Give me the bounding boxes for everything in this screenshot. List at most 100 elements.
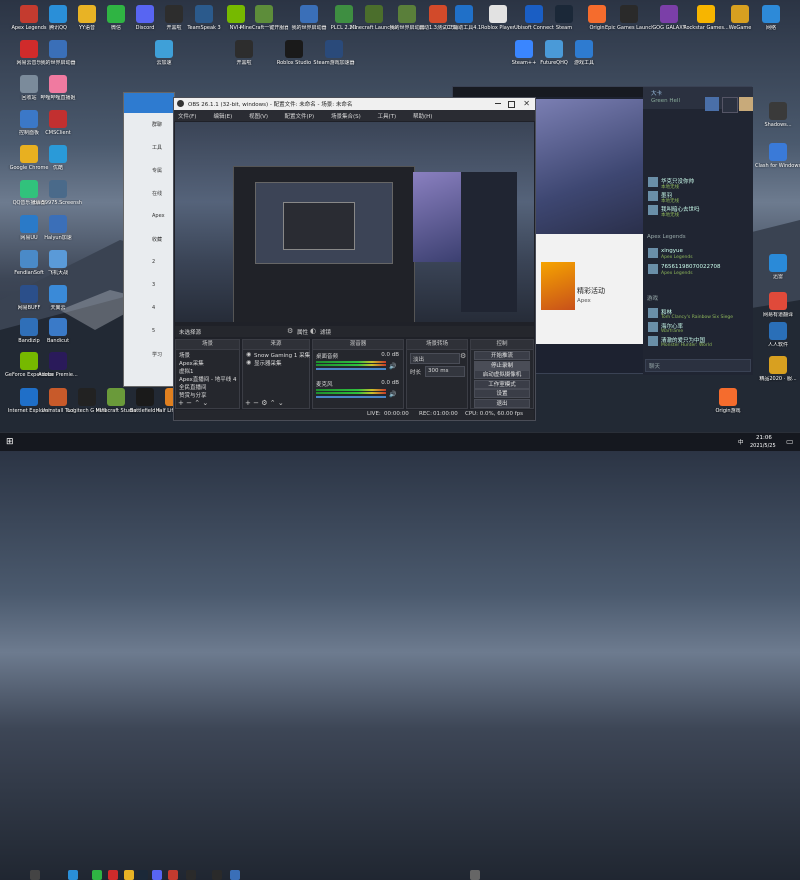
scene-item[interactable]: 全民直播间 xyxy=(179,383,207,391)
exit-button[interactable]: 退出 xyxy=(474,398,530,408)
scene-item[interactable]: Apex采集 xyxy=(179,359,204,367)
move-down-icon[interactable]: ⌄ xyxy=(202,399,208,407)
chat-group-item[interactable]: 群聊 xyxy=(152,121,162,128)
chat-group-item[interactable]: 3 xyxy=(152,282,155,288)
menu-item[interactable]: 视图(V) xyxy=(249,112,268,120)
source-item[interactable]: Snow Gaming 1 采集 xyxy=(254,351,310,359)
friend-name[interactable]: xingyue xyxy=(661,248,683,254)
minimize-icon[interactable] xyxy=(495,103,501,104)
menu-item[interactable]: 配置文件(P) xyxy=(285,112,315,120)
chat-group-item[interactable]: 在线 xyxy=(152,190,162,197)
taskbar-app-icon[interactable] xyxy=(230,870,240,880)
friend-group-header[interactable]: Apex Legends xyxy=(647,234,686,240)
desktop-icon-xunlei[interactable]: 迅雷 xyxy=(754,254,800,280)
filters-button[interactable]: 滤镜 xyxy=(320,328,331,336)
desktop-icon-zaixian[interactable]: 网易有道翻译 xyxy=(754,292,800,318)
chat-group-item[interactable]: 收藏 xyxy=(152,236,162,243)
volume-slider[interactable] xyxy=(316,368,386,370)
remove-scene-icon[interactable]: − xyxy=(186,399,192,407)
obs-window[interactable]: OBS 26.1.1 (32-bit, windows) - 配置文件: 未命名… xyxy=(173,97,536,421)
mixer-channel-mic[interactable]: 麦克风 0.0 dB 🔊 xyxy=(315,380,401,404)
transition-select[interactable]: 淡出 xyxy=(410,353,460,364)
move-up-icon[interactable]: ⌃ xyxy=(194,399,200,407)
desktop-icon-ruanjian[interactable]: 人人软件 xyxy=(754,322,800,348)
visibility-icon[interactable]: ◉ xyxy=(246,351,251,358)
desktop-icon-steamcn[interactable]: Steam游戏加速器 xyxy=(310,40,358,66)
desktop-icon-cms[interactable]: CMSClient xyxy=(34,110,82,136)
add-source-icon[interactable]: + xyxy=(245,399,251,407)
maximize-icon[interactable] xyxy=(508,101,515,108)
desktop-icon-adobe[interactable]: Adobe Premie... xyxy=(34,352,82,378)
desktop-icon-feiji[interactable]: 飞机大战 xyxy=(34,250,82,276)
desktop-icon-tianyi[interactable]: 天翼云 xyxy=(34,285,82,311)
desktop-icon-youku[interactable]: 优酷 xyxy=(34,145,82,171)
start-icon[interactable]: ⊞ xyxy=(6,437,14,447)
close-icon[interactable]: ✕ xyxy=(523,99,530,108)
settings-button[interactable]: 设置 xyxy=(474,389,530,398)
menu-item[interactable]: 场景集合(S) xyxy=(331,112,361,120)
desktop-icon-wangluo[interactable]: 网络 xyxy=(747,5,795,31)
add-scene-icon[interactable]: + xyxy=(178,399,184,407)
menu-item[interactable]: 编辑(E) xyxy=(214,112,233,120)
taskbar-app-icon[interactable] xyxy=(138,870,148,880)
desktop-icon-ga2[interactable]: 我的世界启动器 xyxy=(34,40,82,66)
gear-icon[interactable]: ⚙ xyxy=(287,327,293,335)
desktop-icon-origin2[interactable]: Origin游戏 xyxy=(704,388,752,414)
source-settings-icon[interactable]: ⚙ xyxy=(261,399,267,407)
menu-item[interactable]: 文件(F) xyxy=(178,112,196,120)
mixer-channel-desktop[interactable]: 桌面音频 0.0 dB 🔊 xyxy=(315,352,401,376)
desktop-icon-clash[interactable]: Clash for Windows xyxy=(754,143,800,169)
scene-item[interactable]: 场景 xyxy=(179,351,190,359)
desktop-icon-yunjiasu[interactable]: 云加速 xyxy=(140,40,188,66)
browser-ad[interactable]: 精彩活动 Apex xyxy=(535,234,645,344)
properties-button[interactable]: 属性 xyxy=(297,328,308,336)
chat-group-item[interactable]: 2 xyxy=(152,259,155,265)
chat-search[interactable]: 聊天 xyxy=(645,359,751,372)
desktop-icon-bili[interactable]: 哔哩哔哩直播姬 xyxy=(34,75,82,101)
visibility-icon[interactable]: ◉ xyxy=(246,359,251,366)
move-up-icon[interactable]: ⌃ xyxy=(270,399,276,407)
move-down-icon[interactable]: ⌄ xyxy=(278,399,284,407)
taskbar-app-icon[interactable] xyxy=(186,870,196,880)
duration-input[interactable]: 300 ms xyxy=(425,366,465,377)
taskbar-app-icon[interactable] xyxy=(30,870,40,880)
start-virtual-camera-button[interactable]: 启动虚拟摄像机 xyxy=(474,370,530,379)
desktop-icon-kaiheila2[interactable]: 开黑啦 xyxy=(220,40,268,66)
desktop-icon-haiyun[interactable]: Halyun加速 xyxy=(34,215,82,241)
friend-name[interactable]: 76561198070022708 xyxy=(661,264,721,270)
chat-window[interactable]: 群聊 工具 专属 在线 Apex 收藏 2 3 4 5 学习 xyxy=(123,92,175,387)
menu-item[interactable]: 工具(T) xyxy=(378,112,397,120)
scene-item[interactable]: Apex直播间 - 地平线 4 xyxy=(179,375,237,383)
obs-preview[interactable] xyxy=(175,122,534,322)
chat-group-item[interactable]: 学习 xyxy=(152,351,162,358)
gear-icon[interactable]: ⚙ xyxy=(460,352,466,360)
desktop-icon-minecraft_server[interactable]: MineCraft一键开服器1. xyxy=(240,5,288,31)
taskbar-app-icon[interactable] xyxy=(168,870,178,880)
desktop-icon-shot[interactable]: bai59975.Screenshot xyxy=(34,180,82,206)
speaker-icon[interactable]: 🔊 xyxy=(389,391,396,398)
taskbar-app-icon[interactable] xyxy=(470,870,480,880)
scene-item[interactable]: 虚拟1 xyxy=(179,367,194,375)
remove-source-icon[interactable]: − xyxy=(253,399,259,407)
filter-icon[interactable]: ◐ xyxy=(310,327,316,335)
stop-recording-button[interactable]: 停止录制 xyxy=(474,360,530,370)
studio-mode-button[interactable]: 工作室模式 xyxy=(474,379,530,389)
taskbar-app-icon[interactable] xyxy=(108,870,118,880)
desktop-icon-shadowsocks[interactable]: Shadows... xyxy=(754,102,800,128)
source-item[interactable]: 显示器采集 xyxy=(254,359,282,367)
chat-group-item[interactable]: Apex xyxy=(152,213,165,219)
friend-group-header[interactable]: 游戏 xyxy=(647,294,658,302)
speaker-icon[interactable]: 🔊 xyxy=(389,363,396,370)
taskbar-app-icon[interactable] xyxy=(92,870,102,880)
taskbar-app-icon[interactable] xyxy=(68,870,78,880)
desktop-icon-youxi[interactable]: 游戏工具 xyxy=(560,40,608,66)
volume-slider[interactable] xyxy=(316,396,386,398)
scene-item[interactable]: 赞赏与分享 xyxy=(179,391,207,399)
taskbar-app-icon[interactable] xyxy=(152,870,162,880)
notification-icon[interactable]: ▭ xyxy=(786,437,794,446)
menu-item[interactable]: 帮助(H) xyxy=(413,112,432,120)
ime-indicator[interactable]: 中 xyxy=(738,438,744,446)
desktop-icon-jingdian[interactable]: 精品2020 · 服... xyxy=(754,356,800,382)
taskbar-app-icon[interactable] xyxy=(212,870,222,880)
taskbar-app-icon[interactable] xyxy=(124,870,134,880)
